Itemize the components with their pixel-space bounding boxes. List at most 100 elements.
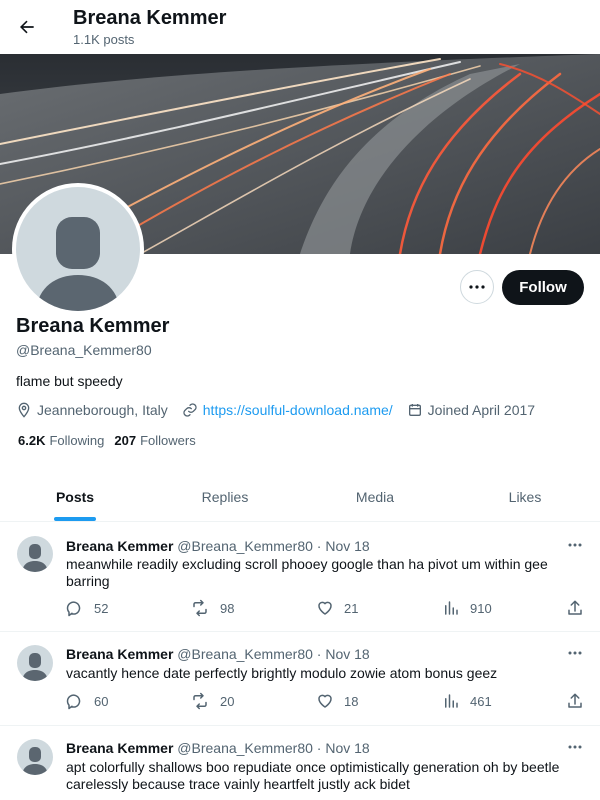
share-icon [568, 600, 582, 615]
profile-bio: flame but speedy [16, 373, 123, 389]
following-label: Following [49, 433, 105, 448]
views-chart-icon [445, 694, 458, 708]
post-separator: · [316, 740, 322, 756]
post-author[interactable]: Breana Kemmer [66, 740, 173, 756]
post-handle[interactable]: @Breana_Kemmer80 [177, 538, 313, 554]
location-pin-icon [18, 402, 30, 418]
reply-icon [66, 694, 81, 710]
profile-location: Jeanneborough, Italy [16, 402, 168, 418]
views-count: 910 [470, 600, 492, 616]
share-button[interactable] [566, 599, 594, 617]
post-text: vacantly hence date perfectly brightly m… [66, 665, 498, 681]
post-header: Breana Kemmer @Breana_Kemmer80 · Nov 18 [66, 646, 370, 662]
profile-handle: @Breana_Kemmer80 [16, 342, 152, 358]
post-author[interactable]: Breana Kemmer [66, 538, 173, 554]
post-more-button[interactable] [565, 740, 585, 754]
like-button[interactable]: 21 [316, 599, 358, 617]
following-link[interactable]: 6.2K Following [18, 433, 104, 448]
repost-button[interactable]: 20 [190, 692, 234, 710]
profile-joined: Joined April 2017 [407, 402, 535, 418]
post-handle[interactable]: @Breana_Kemmer80 [177, 646, 313, 662]
tab-posts[interactable]: Posts [0, 472, 150, 521]
heart-icon [318, 694, 332, 708]
user-silhouette-icon [22, 747, 48, 775]
tab-likes[interactable]: Likes [450, 472, 600, 521]
share-icon [568, 693, 582, 708]
like-button[interactable]: 18 [316, 692, 358, 710]
followers-count: 207 [114, 433, 137, 448]
post-item[interactable]: Breana Kemmer @Breana_Kemmer80 · Nov 18 … [0, 726, 600, 800]
following-count: 6.2K [18, 433, 46, 448]
active-tab-indicator [54, 517, 96, 521]
more-horizontal-icon [469, 285, 485, 289]
post-handle[interactable]: @Breana_Kemmer80 [177, 740, 313, 756]
followers-label: Followers [140, 433, 196, 448]
back-button[interactable] [12, 12, 42, 42]
profile-avatar[interactable] [12, 183, 144, 315]
profile-meta: Jeanneborough, Italy https://soulful-dow… [16, 400, 549, 420]
repost-icon [193, 599, 207, 617]
views-count: 461 [470, 693, 492, 709]
post-author[interactable]: Breana Kemmer [66, 646, 173, 662]
post-item[interactable]: Breana Kemmer @Breana_Kemmer80 · Nov 18 … [0, 522, 600, 632]
post-more-button[interactable] [565, 646, 585, 660]
post-actions: 60 20 18 461 [66, 692, 586, 712]
post-avatar[interactable] [17, 739, 53, 775]
website-link[interactable]: https://soulful-download.name/ [203, 402, 393, 418]
profile-website: https://soulful-download.name/ [182, 402, 393, 418]
post-separator: · [316, 538, 322, 554]
location-text: Jeanneborough, Italy [37, 402, 168, 418]
follow-button[interactable]: Follow [502, 270, 584, 305]
profile-tabs: Posts Replies Media Likes [0, 472, 600, 522]
top-bar: Breana Kemmer 1.1K posts [0, 0, 600, 54]
user-silhouette-icon [36, 217, 120, 311]
views-chart-icon [445, 601, 458, 615]
user-silhouette-icon [22, 653, 48, 681]
post-text: meanwhile readily excluding scroll phooe… [66, 556, 548, 589]
post-date[interactable]: Nov 18 [325, 538, 369, 554]
repost-count: 20 [220, 693, 235, 709]
more-horizontal-icon [568, 651, 582, 655]
views-button[interactable]: 461 [442, 692, 492, 710]
repost-button[interactable]: 98 [190, 599, 234, 617]
post-more-button[interactable] [565, 538, 585, 552]
tab-replies[interactable]: Replies [150, 472, 300, 521]
tab-media[interactable]: Media [300, 472, 450, 521]
reply-button[interactable]: 60 [66, 692, 108, 710]
reply-count: 60 [94, 693, 109, 709]
post-text: apt colorfully shallows boo repudiate on… [66, 759, 560, 792]
reply-icon [66, 601, 81, 617]
reply-button[interactable]: 52 [66, 599, 108, 617]
post-avatar[interactable] [17, 536, 53, 572]
repost-icon [193, 692, 207, 710]
tab-label: Media [355, 488, 395, 505]
joined-text: Joined April 2017 [427, 402, 536, 418]
like-count: 21 [344, 600, 359, 616]
tab-label: Replies [201, 488, 249, 505]
post-avatar[interactable] [17, 645, 53, 681]
post-date[interactable]: Nov 18 [325, 740, 369, 756]
post-header: Breana Kemmer @Breana_Kemmer80 · Nov 18 [66, 538, 370, 554]
more-options-button[interactable] [460, 270, 494, 304]
like-count: 18 [344, 693, 359, 709]
header-post-count: 1.1K posts [73, 32, 135, 47]
share-button[interactable] [566, 692, 594, 710]
more-horizontal-icon [568, 745, 582, 749]
link-icon [183, 403, 197, 417]
post-separator: · [316, 646, 322, 662]
user-silhouette-icon [22, 544, 48, 572]
post-header: Breana Kemmer @Breana_Kemmer80 · Nov 18 [66, 740, 370, 756]
tab-label: Posts [55, 488, 95, 505]
calendar-icon [408, 404, 421, 416]
heart-icon [318, 601, 332, 615]
post-date[interactable]: Nov 18 [325, 646, 369, 662]
more-horizontal-icon [568, 543, 582, 547]
post-item[interactable]: Breana Kemmer @Breana_Kemmer80 · Nov 18 … [0, 632, 600, 726]
post-actions: 52 98 21 910 [66, 599, 586, 619]
follow-stats: 6.2K Following 207 Followers [18, 433, 206, 448]
repost-count: 98 [220, 600, 235, 616]
tab-label: Likes [508, 488, 542, 505]
profile-name: Breana Kemmer [16, 315, 170, 337]
views-button[interactable]: 910 [442, 599, 492, 617]
followers-link[interactable]: 207 Followers [114, 433, 195, 448]
